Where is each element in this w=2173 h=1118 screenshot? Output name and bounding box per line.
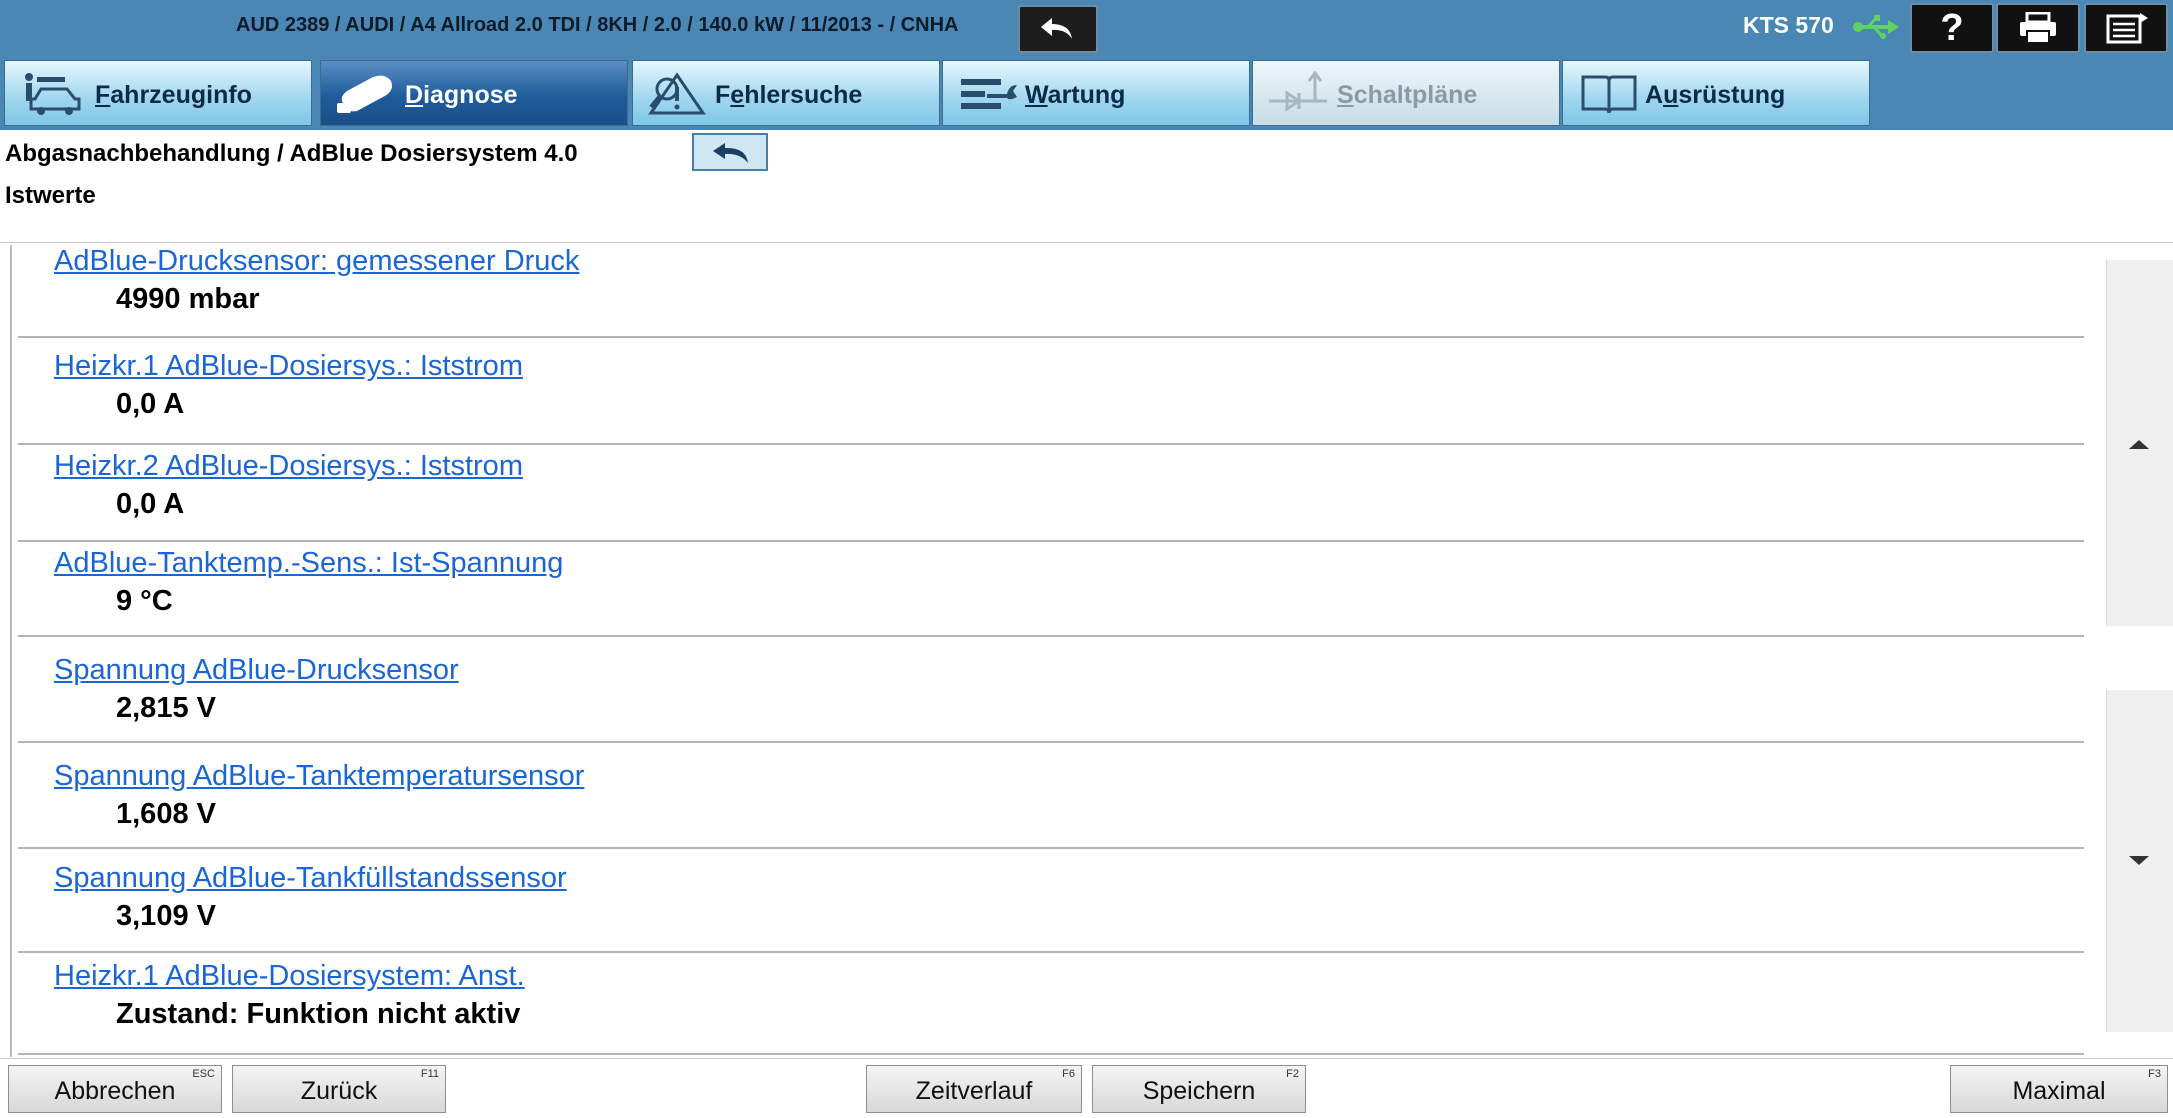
zurueck-button[interactable]: Zurück F11 [232, 1065, 446, 1113]
function-key-bar: Abbrechen ESC Zurück F11 Zeitverlauf F6 … [0, 1058, 2173, 1118]
value-reading: 2,815 V [116, 692, 216, 724]
list-menu-icon [2106, 13, 2148, 44]
shortcut-key: F11 [420, 1068, 439, 1080]
value-name-link[interactable]: Spannung AdBlue-Tanktemperatursensor [54, 760, 584, 793]
maximal-button[interactable]: Maximal F3 [1950, 1065, 2168, 1113]
speichern-button[interactable]: Speichern F2 [1092, 1065, 1306, 1113]
tab-fahrzeuginfo[interactable]: Fahrzeuginfo [4, 60, 312, 126]
back-arrow-icon [1041, 18, 1072, 39]
vehicle-info-icon [25, 73, 81, 115]
list-item: AdBlue-Drucksensor: gemessener Druck 499… [18, 245, 2084, 338]
vehicle-back-button[interactable] [1018, 5, 1098, 53]
tab-diagnose[interactable]: Diagnose [320, 60, 628, 126]
tab-ausruestung[interactable]: Ausrüstung [1562, 60, 1870, 126]
help-icon: ? [1940, 7, 1964, 49]
value-reading: 4990 mbar [116, 283, 260, 315]
value-reading: 0,0 A [116, 388, 185, 420]
value-reading: Zustand: Funktion nicht aktiv [116, 998, 521, 1030]
shortcut-key: F6 [1062, 1068, 1075, 1080]
list-item: Heizkr.1 AdBlue-Dosiersystem: Anst. Zust… [18, 953, 2084, 1055]
tab-schaltplane: Schaltpläne [1252, 60, 1560, 126]
tab-bar: Fahrzeuginfo Diagnose Fehlersuche Wartun… [0, 58, 2173, 130]
tab-ausruestung-label: Ausrüstung [1645, 81, 1786, 109]
tab-fahrzeuginfo-label: Fahrzeuginfo [95, 81, 252, 109]
help-button[interactable]: ? [1910, 3, 1994, 53]
menu-button[interactable] [2084, 3, 2168, 53]
shortcut-key: F3 [2148, 1068, 2161, 1080]
value-name-link[interactable]: AdBlue-Drucksensor: gemessener Druck [54, 245, 579, 278]
tab-diagnose-label: Diagnose [405, 81, 518, 109]
list-item: Heizkr.2 AdBlue-Dosiersys.: Iststrom 0,0… [18, 445, 2084, 542]
scroll-up-button[interactable] [2106, 260, 2173, 626]
tab-wartung[interactable]: Wartung [942, 60, 1250, 126]
chevron-up-icon [2129, 440, 2149, 449]
shortcut-key: F2 [1286, 1068, 1299, 1080]
top-bar: AUD 2389 / AUDI / A4 Allroad 2.0 TDI / 8… [0, 0, 2173, 58]
tab-wartung-label: Wartung [1025, 81, 1126, 109]
value-reading: 0,0 A [116, 488, 185, 520]
value-name-link[interactable]: Heizkr.1 AdBlue-Dosiersystem: Anst. [54, 960, 525, 993]
value-name-link[interactable]: Heizkr.1 AdBlue-Dosiersys.: Iststrom [54, 350, 523, 383]
chevron-down-icon [2129, 856, 2149, 865]
list-item: Spannung AdBlue-Tankfüllstandssensor 3,1… [18, 849, 2084, 953]
abbrechen-button[interactable]: Abbrechen ESC [8, 1065, 222, 1113]
value-name-link[interactable]: AdBlue-Tanktemp.-Sens.: Ist-Spannung [54, 547, 563, 580]
print-button[interactable] [1996, 3, 2080, 53]
breadcrumb: Abgasnachbehandlung / AdBlue Dosiersyste… [5, 140, 578, 167]
shortcut-key: ESC [192, 1068, 215, 1080]
list-item: Heizkr.1 AdBlue-Dosiersys.: Iststrom 0,0… [18, 345, 2084, 445]
actual-values-list: AdBlue-Drucksensor: gemessener Druck 499… [10, 245, 2086, 1057]
value-name-link[interactable]: Heizkr.2 AdBlue-Dosiersys.: Iststrom [54, 450, 523, 483]
header-divider [0, 242, 2173, 243]
list-item: Spannung AdBlue-Drucksensor 2,815 V [18, 645, 2084, 743]
page-title: Istwerte [5, 182, 96, 209]
warning-search-icon [648, 72, 706, 115]
tab-fehlersuche-label: Fehlersuche [715, 81, 863, 109]
book-icon [1581, 75, 1637, 114]
section-back-button[interactable] [692, 133, 768, 171]
tab-schaltplane-label: Schaltpläne [1337, 81, 1478, 109]
list-item: AdBlue-Tanktemp.-Sens.: Ist-Spannung 9 °… [18, 542, 2084, 637]
value-reading: 3,109 V [116, 900, 216, 932]
value-reading: 1,608 V [116, 798, 216, 830]
circuit-diagram-icon [1269, 71, 1327, 112]
tab-fehlersuche[interactable]: Fehlersuche [632, 60, 940, 126]
zeitverlauf-button[interactable]: Zeitverlauf F6 [866, 1065, 1082, 1113]
scroll-down-button[interactable] [2106, 690, 2173, 1032]
value-name-link[interactable]: Spannung AdBlue-Drucksensor [54, 654, 459, 687]
usb-connected-icon [1853, 15, 1899, 39]
list-item: Spannung AdBlue-Tanktemperatursensor 1,6… [18, 749, 2084, 849]
printer-icon [2020, 12, 2056, 44]
value-name-link[interactable]: Spannung AdBlue-Tankfüllstandssensor [54, 862, 567, 895]
vehicle-info: AUD 2389 / AUDI / A4 Allroad 2.0 TDI / 8… [236, 14, 959, 36]
value-reading: 9 °C [116, 585, 173, 617]
device-name: KTS 570 [1743, 12, 1834, 38]
diagnostic-connector-icon [337, 75, 392, 113]
back-arrow-icon [713, 143, 748, 163]
wrench-icon [961, 79, 1017, 109]
